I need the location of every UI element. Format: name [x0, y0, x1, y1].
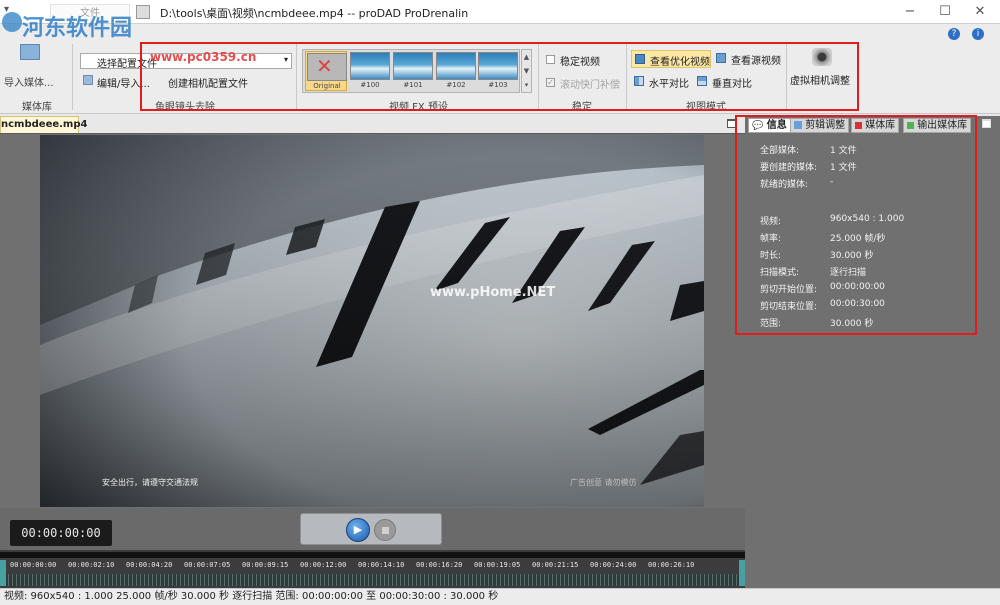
trim-start-handle[interactable]	[0, 560, 6, 586]
timecode-display: 00:00:00:00	[10, 520, 112, 546]
timeline-tick: 00:00:26:10	[648, 561, 695, 569]
document-tab[interactable]: ncmbdeee.mp4	[0, 116, 87, 133]
import-media-label[interactable]: 导入媒体...	[4, 74, 54, 89]
video-frame: 安全出行，请遵守交通法规 广告创意 请勿模仿 www.pHome.NET	[40, 135, 704, 507]
stop-icon	[382, 527, 389, 534]
window-title: D:\tools\桌面\视频\ncmbdeee.mp4 -- proDAD Pr…	[160, 7, 469, 20]
app-icon	[136, 5, 150, 19]
timeline-tick: 00:00:07:05	[184, 561, 231, 569]
transport-panel: ▶	[300, 513, 442, 545]
timeline-tick: 00:00:12:00	[300, 561, 347, 569]
timeline-tick: 00:00:00:00	[10, 561, 57, 569]
video-image	[40, 135, 704, 507]
timeline-tick: 00:00:24:00	[590, 561, 637, 569]
import-media-button[interactable]	[6, 44, 54, 72]
logo-icon	[2, 12, 22, 32]
maximize-button[interactable]: ☐	[933, 3, 957, 21]
video-watermark: www.pHome.NET	[430, 285, 556, 300]
timeline-tick: 00:00:19:05	[474, 561, 521, 569]
info-highlight-box	[735, 115, 977, 335]
timeline-tick: 00:00:21:15	[532, 561, 579, 569]
timeline-ruler	[0, 552, 745, 558]
folder-icon	[20, 44, 40, 60]
title-bar: ▾ D:\tools\桌面\视频\ncmbdeee.mp4 -- proDAD …	[0, 0, 1000, 24]
video-caption-right: 广告创意 请勿模仿	[570, 478, 637, 487]
help-icon[interactable]: ?	[948, 28, 960, 40]
edit-icon	[83, 75, 93, 85]
play-button[interactable]: ▶	[346, 518, 370, 542]
stop-button[interactable]	[374, 519, 396, 541]
timeline-tick: 00:00:02:10	[68, 561, 115, 569]
maximize-panel-icon[interactable]	[982, 119, 991, 128]
group-separator	[72, 44, 73, 110]
info-icon[interactable]: i	[972, 28, 984, 40]
timeline-tick: 00:00:16:20	[416, 561, 463, 569]
timeline-track[interactable]	[4, 574, 741, 586]
timeline[interactable]	[0, 550, 745, 588]
close-button[interactable]: ✕	[968, 3, 992, 21]
minimize-button[interactable]: −	[898, 3, 922, 21]
video-caption-left: 安全出行，请遵守交通法规	[102, 478, 198, 487]
timeline-tick: 00:00:14:10	[358, 561, 405, 569]
status-bar: 视频: 960x540 : 1.000 25.000 帧/秒 30.000 秒 …	[0, 588, 1000, 605]
watermark-url: www.pc0359.cn	[150, 50, 257, 64]
watermark-logo: 河东软件园	[22, 15, 133, 41]
media-library-group-label: 媒体库	[22, 102, 52, 113]
timeline-tick: 00:00:09:15	[242, 561, 289, 569]
timeline-tick: 00:00:04:20	[126, 561, 173, 569]
